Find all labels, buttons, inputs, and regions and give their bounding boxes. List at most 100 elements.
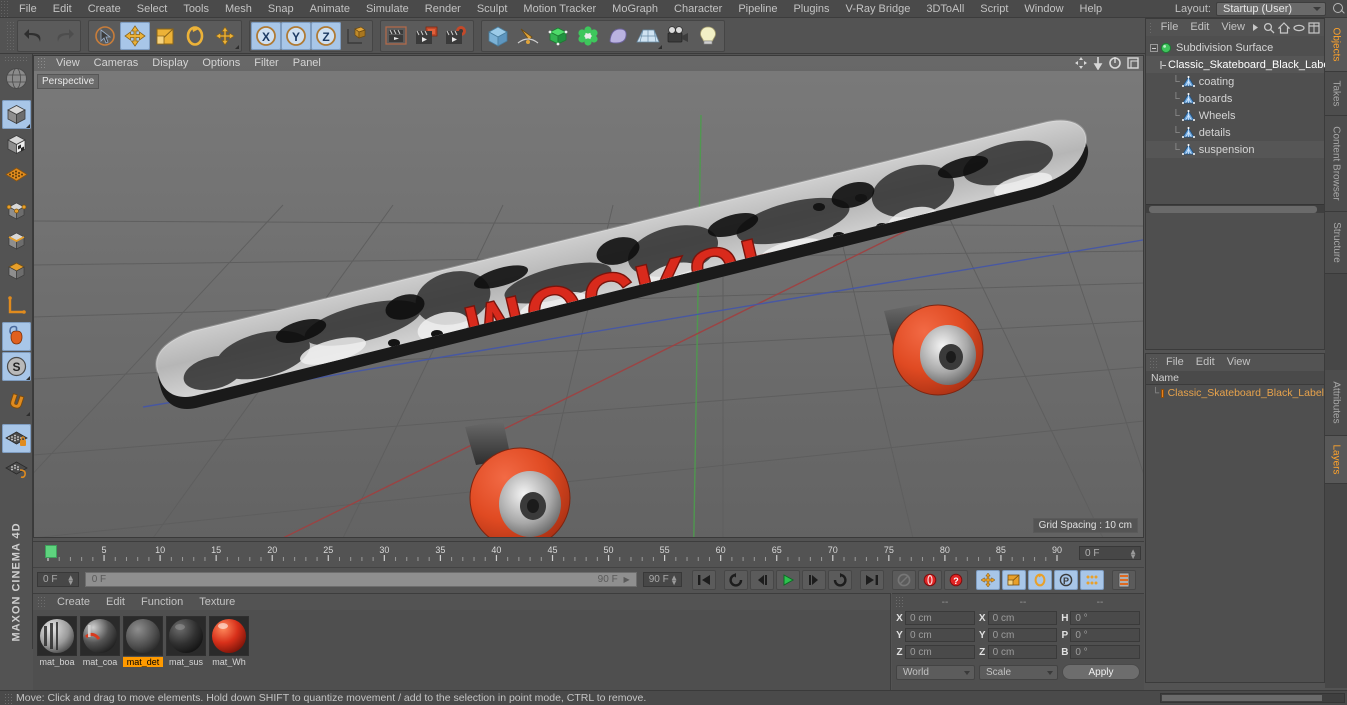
timeline-toggle-button[interactable] — [1112, 569, 1136, 590]
points-mode-button[interactable] — [2, 196, 31, 225]
rot-b-field[interactable]: 0 ° — [1070, 645, 1141, 659]
menu-simulate[interactable]: Simulate — [358, 0, 417, 18]
menu-pipeline[interactable]: Pipeline — [730, 0, 785, 18]
record-active-objects-button[interactable] — [918, 569, 942, 590]
menu-motion-tracker[interactable]: Motion Tracker — [515, 0, 604, 18]
axis-mode-button[interactable] — [2, 292, 31, 321]
object-row-details[interactable]: └ details — [1146, 124, 1324, 141]
tab-structure[interactable]: Structure — [1325, 212, 1347, 274]
keyframe-selection-button[interactable]: ? — [944, 569, 968, 590]
record-rotation-button[interactable] — [1028, 569, 1052, 590]
chevron-right-icon[interactable] — [1251, 22, 1260, 33]
menu-snap[interactable]: Snap — [260, 0, 302, 18]
material-preview[interactable] — [209, 616, 249, 656]
tab-takes[interactable]: Takes — [1325, 72, 1347, 116]
autokeying-button[interactable] — [892, 569, 916, 590]
stepper-icon[interactable]: ▲ ▼ — [670, 574, 678, 587]
menu-mesh[interactable]: Mesh — [217, 0, 260, 18]
pos-z-field[interactable]: 0 cm — [905, 645, 975, 659]
menu-animate[interactable]: Animate — [302, 0, 358, 18]
soft-selection-button[interactable]: S — [1, 352, 31, 381]
step-forward-button[interactable] — [802, 569, 826, 590]
object-menu-file[interactable]: File — [1155, 19, 1185, 36]
material-menu-function[interactable]: Function — [133, 594, 191, 610]
toolbar-grip[interactable] — [6, 20, 14, 51]
lock-z-axis[interactable]: Z — [311, 21, 341, 50]
loop-back-button[interactable] — [724, 569, 748, 590]
status-bar-grip[interactable] — [4, 692, 12, 704]
record-position-button[interactable] — [976, 569, 1000, 590]
object-menu-edit[interactable]: Edit — [1184, 19, 1215, 36]
ellipse-icon[interactable] — [1293, 22, 1305, 34]
timeline-frame-field[interactable]: 0 F ▲ ▼ — [1079, 546, 1141, 561]
menu-script[interactable]: Script — [972, 0, 1016, 18]
size-y-field[interactable]: 0 cm — [987, 628, 1058, 642]
object-row-wheels[interactable]: └ Wheels — [1146, 107, 1324, 124]
redo-button[interactable] — [49, 22, 79, 50]
viewport-grip[interactable] — [37, 57, 45, 69]
material-menu-edit[interactable]: Edit — [98, 594, 133, 610]
viewport-menu-cameras[interactable]: Cameras — [87, 55, 146, 71]
menu-character[interactable]: Character — [666, 0, 730, 18]
menu-select[interactable]: Select — [129, 0, 176, 18]
layers-menu-edit[interactable]: Edit — [1190, 354, 1221, 371]
record-pla-button[interactable] — [1080, 569, 1104, 590]
rotate-tool[interactable] — [180, 22, 210, 50]
object-manager-grip[interactable] — [1149, 21, 1152, 34]
object-manager-hscrollbar[interactable] — [1146, 204, 1324, 213]
pos-x-field[interactable]: 0 cm — [905, 611, 975, 625]
scrollbar-thumb[interactable] — [1149, 206, 1317, 213]
apply-button[interactable]: Apply — [1062, 664, 1140, 680]
add-cube-button[interactable] — [483, 22, 513, 50]
menu-tools[interactable]: Tools — [175, 0, 217, 18]
magnet-button[interactable] — [2, 388, 31, 417]
viewport-menu-view[interactable]: View — [49, 55, 87, 71]
timeline-playhead[interactable] — [45, 545, 57, 558]
viewport-canvas[interactable]: MOCKUP Y Z X — [33, 55, 1144, 538]
coordinate-mode-select[interactable]: Scale — [979, 664, 1058, 680]
menu-edit[interactable]: Edit — [45, 0, 80, 18]
play-button[interactable] — [776, 569, 800, 590]
layer-color-swatch[interactable] — [1161, 388, 1164, 398]
viewport-menu-display[interactable]: Display — [145, 55, 195, 71]
undo-view-button[interactable] — [2, 64, 31, 93]
menu-help[interactable]: Help — [1072, 0, 1111, 18]
object-menu-view[interactable]: View — [1215, 19, 1251, 36]
menu-render[interactable]: Render — [417, 0, 469, 18]
render-view-button[interactable] — [382, 22, 412, 50]
stepper-icon[interactable]: ▲ ▼ — [1129, 548, 1137, 561]
menu-vray-bridge[interactable]: V-Ray Bridge — [838, 0, 919, 18]
model-mode-button[interactable] — [1, 100, 31, 129]
stepper-icon[interactable]: ▲ ▼ — [67, 574, 75, 587]
viewport-menu-filter[interactable]: Filter — [247, 55, 285, 71]
go-to-start-button[interactable] — [692, 569, 716, 590]
pos-y-field[interactable]: 0 cm — [905, 628, 975, 642]
viewport-menu-options[interactable]: Options — [195, 55, 247, 71]
expand-toggle-icon[interactable] — [1150, 43, 1158, 52]
material-item[interactable]: mat_coa — [80, 616, 120, 667]
home-icon[interactable] — [1278, 21, 1290, 34]
layers-menu-view[interactable]: View — [1221, 354, 1257, 371]
rot-h-field[interactable]: 0 ° — [1070, 611, 1141, 625]
size-z-field[interactable]: 0 cm — [987, 645, 1058, 659]
search-icon[interactable] — [1263, 22, 1275, 34]
material-item[interactable]: mat_Wh — [209, 616, 249, 667]
add-camera-button[interactable] — [663, 22, 693, 50]
lock-x-axis[interactable]: X — [251, 21, 281, 50]
menu-mograph[interactable]: MoGraph — [604, 0, 666, 18]
timeline-ruler-bar[interactable]: 051015202530354045505560657075808590 0 F… — [33, 541, 1144, 567]
record-scale-button[interactable] — [1002, 569, 1026, 590]
coordinate-space-select[interactable]: World — [896, 664, 975, 680]
layers-menu-file[interactable]: File — [1160, 354, 1190, 371]
live-selection-tool[interactable] — [90, 22, 120, 50]
material-preview[interactable] — [123, 616, 163, 656]
workplane-mode-button[interactable] — [2, 160, 31, 189]
time-slider-handle-icon[interactable]: ▶ — [624, 575, 630, 584]
loop-forward-button[interactable] — [828, 569, 852, 590]
add-spline-button[interactable] — [513, 22, 543, 50]
menu-file[interactable]: File — [11, 0, 45, 18]
move-alt-tool[interactable] — [210, 22, 240, 50]
tab-content-browser[interactable]: Content Browser — [1325, 116, 1347, 212]
size-x-field[interactable]: 0 cm — [987, 611, 1058, 625]
layer-row[interactable]: └ Classic_Skateboard_Black_Label — [1146, 385, 1324, 401]
